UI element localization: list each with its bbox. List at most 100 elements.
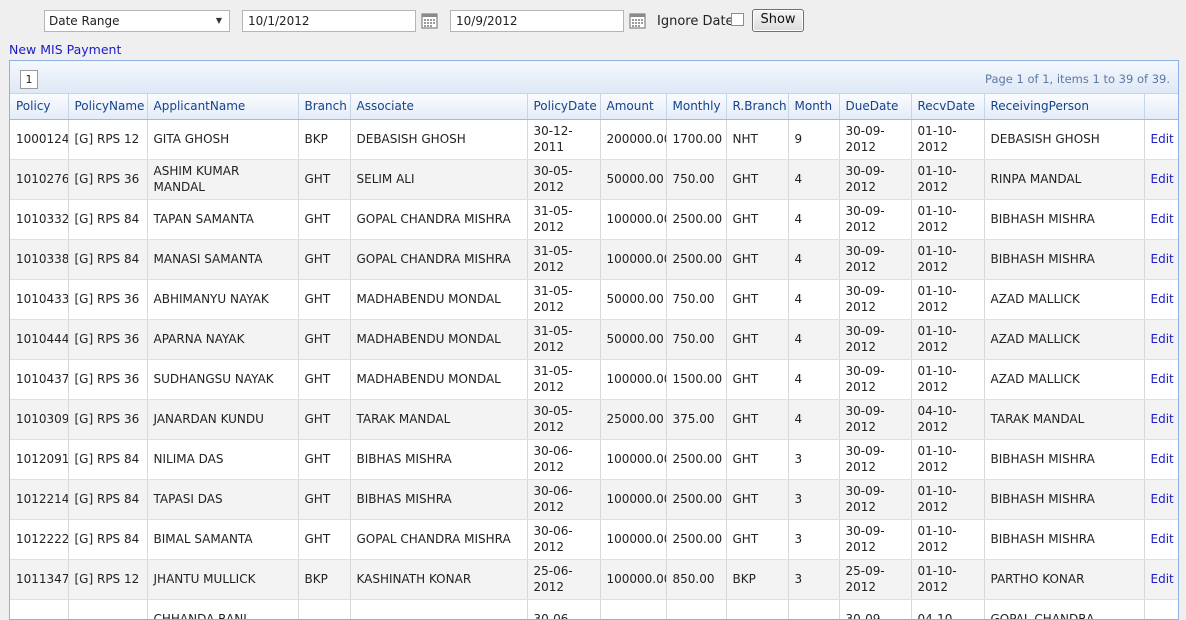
table-cell: BIBHASH MISHRA	[984, 199, 1145, 240]
edit-cell	[1144, 599, 1178, 619]
table-cell: 9	[788, 119, 840, 160]
table-cell: 30-12-2011	[527, 119, 601, 160]
page-number-button[interactable]: 1	[20, 70, 38, 89]
table-cell: 01-10-2012	[911, 159, 985, 200]
table-cell: GHT	[726, 399, 789, 440]
table-header: Policy PolicyName ApplicantName Branch Assoc…	[10, 94, 1178, 120]
column-header[interactable]: R.Branch	[726, 94, 789, 120]
edit-link[interactable]: Edit	[1151, 292, 1174, 306]
edit-link[interactable]: Edit	[1151, 532, 1174, 546]
table-cell: [G] RPS 84	[68, 479, 148, 520]
edit-link[interactable]: Edit	[1151, 172, 1174, 186]
table-cell: 2500.00	[666, 199, 727, 240]
column-header[interactable]: Amount	[600, 94, 667, 120]
table-cell: [G] RPS 36	[68, 279, 148, 320]
table-cell: TARAK MANDAL	[984, 399, 1145, 440]
edit-link[interactable]: Edit	[1151, 412, 1174, 426]
column-header[interactable]: Policy	[10, 94, 69, 120]
table-cell: 25000.00	[600, 399, 667, 440]
column-header[interactable]: Branch	[298, 94, 351, 120]
table-row: 1010338 [G] RPS 84 MANASI SAMANTA GHT GOPAL …	[10, 239, 1178, 280]
table-cell: 50000.00	[600, 159, 667, 200]
column-header	[1144, 94, 1178, 120]
edit-link[interactable]: Edit	[1151, 132, 1174, 146]
table-cell: DEBASISH GHOSH	[350, 119, 528, 160]
table-cell: [G] RPS 12	[68, 119, 148, 160]
table-cell: GHT	[298, 239, 351, 280]
table-cell: 50000.00	[600, 279, 667, 320]
calendar-icon[interactable]	[421, 12, 438, 29]
table-cell: 3	[788, 439, 840, 480]
table-cell: 01-10-2012	[911, 199, 985, 240]
column-header[interactable]: ApplicantName	[147, 94, 299, 120]
table-cell: 2500.00	[666, 479, 727, 520]
table-cell: TAPASI DAS	[147, 479, 299, 520]
edit-link[interactable]: Edit	[1151, 212, 1174, 226]
table-cell: 100000.00	[600, 439, 667, 480]
edit-link[interactable]: Edit	[1151, 452, 1174, 466]
table-cell: GHT	[298, 399, 351, 440]
table-cell: TARAK MANDAL	[350, 399, 528, 440]
edit-cell: Edit	[1144, 319, 1178, 360]
column-header[interactable]: RecvDate	[911, 94, 985, 120]
to-date-input[interactable]: 10/9/2012	[450, 10, 624, 32]
edit-cell: Edit	[1144, 199, 1178, 240]
table-cell	[726, 599, 789, 619]
column-header[interactable]: ReceivingPerson	[984, 94, 1145, 120]
ignore-date-label: Ignore Date	[657, 14, 734, 29]
table-cell: 30-09-2012	[839, 119, 912, 160]
show-button[interactable]: Show	[752, 9, 804, 32]
table-cell: JANARDAN KUNDU	[147, 399, 299, 440]
column-header[interactable]: Month	[788, 94, 840, 120]
table-cell: NHT	[726, 119, 789, 160]
table-cell: MADHABENDU MONDAL	[350, 279, 528, 320]
date-range-select[interactable]: Date Range ▼	[44, 10, 230, 32]
calendar-icon[interactable]	[629, 12, 646, 29]
edit-link[interactable]: Edit	[1151, 572, 1174, 586]
table-cell: 30-06-2012	[527, 479, 601, 520]
table-cell: 01-10-2012	[911, 359, 985, 400]
table-cell: 01-10-2012	[911, 559, 985, 600]
table-cell: [G] RPS 84	[68, 439, 148, 480]
table-cell: [G] RPS 84	[68, 199, 148, 240]
table-cell: BIBHAS MISHRA	[350, 439, 528, 480]
table-row: 1010444 [G] RPS 36 APARNA NAYAK GHT MADHABEN…	[10, 319, 1178, 360]
table-cell: 31-05-2012	[527, 359, 601, 400]
column-header[interactable]: DueDate	[839, 94, 912, 120]
edit-link[interactable]: Edit	[1151, 372, 1174, 386]
table-cell: 3	[788, 559, 840, 600]
table-cell: NILIMA DAS	[147, 439, 299, 480]
column-header[interactable]: Monthly	[666, 94, 727, 120]
from-date-input[interactable]: 10/1/2012	[242, 10, 416, 32]
table-row: 1010433 [G] RPS 36 ABHIMANYU NAYAK GHT MADHA…	[10, 279, 1178, 320]
table-cell: 750.00	[666, 319, 727, 360]
table-cell: 4	[788, 239, 840, 280]
column-header[interactable]: PolicyName	[68, 94, 148, 120]
pager-info: Page 1 of 1, items 1 to 39 of 39.	[985, 72, 1170, 86]
edit-cell: Edit	[1144, 559, 1178, 600]
table-cell: 4	[788, 159, 840, 200]
table-cell: GHT	[726, 279, 789, 320]
table-cell: GHT	[726, 159, 789, 200]
table-cell: GOPAL CHANDRA	[984, 599, 1145, 619]
table-cell: 30-09-2012	[839, 439, 912, 480]
table-cell: [G] RPS 36	[68, 399, 148, 440]
column-header[interactable]: Associate	[350, 94, 528, 120]
ignore-date-checkbox[interactable]	[731, 13, 744, 26]
edit-cell: Edit	[1144, 519, 1178, 560]
chevron-down-icon[interactable]: ▼	[213, 11, 225, 31]
table-cell: 4	[788, 279, 840, 320]
table-cell: 2500.00	[666, 239, 727, 280]
table-cell: GHT	[298, 439, 351, 480]
column-header[interactable]: PolicyDate	[527, 94, 601, 120]
table-cell: 100000.00	[600, 519, 667, 560]
new-mis-payment-link[interactable]: New MIS Payment	[9, 42, 121, 57]
edit-link[interactable]: Edit	[1151, 492, 1174, 506]
table-cell: [G] RPS 36	[68, 359, 148, 400]
edit-link[interactable]: Edit	[1151, 252, 1174, 266]
edit-link[interactable]: Edit	[1151, 332, 1174, 346]
table-cell: GHT	[726, 359, 789, 400]
table-cell: 4	[788, 359, 840, 400]
table-cell: [G] RPS 36	[68, 319, 148, 360]
table-cell: 3	[788, 519, 840, 560]
